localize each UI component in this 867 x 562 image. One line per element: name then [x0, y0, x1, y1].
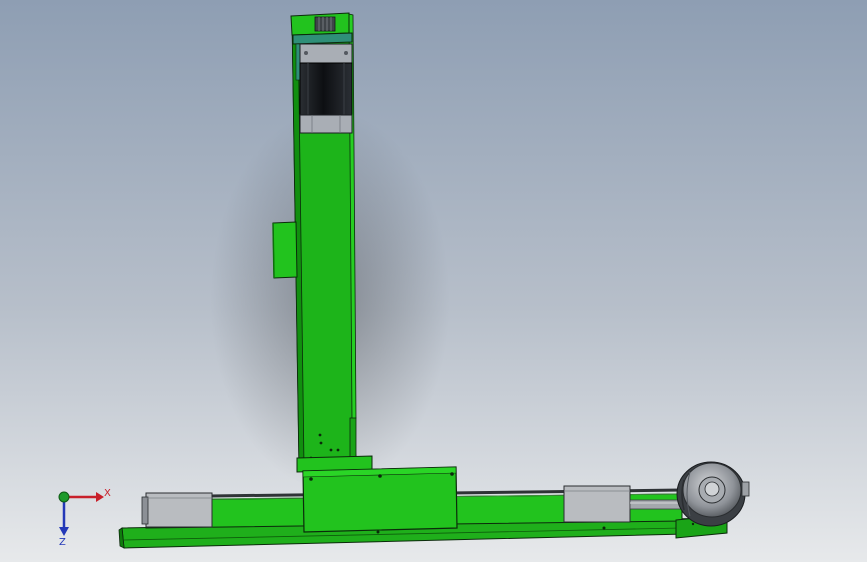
lead-screw-shaft[interactable] — [629, 499, 683, 510]
right-end-bearing-block[interactable] — [563, 485, 631, 523]
cad-viewport[interactable]: X Z — [0, 0, 867, 562]
left-end-bearing-block[interactable] — [141, 492, 213, 528]
stepper-motor-icon[interactable] — [299, 43, 353, 134]
triad-z-label: Z — [59, 537, 66, 548]
column-top-cap[interactable] — [290, 12, 350, 36]
triad-x-label: X — [104, 488, 111, 499]
column-side-bracket[interactable] — [272, 221, 298, 279]
